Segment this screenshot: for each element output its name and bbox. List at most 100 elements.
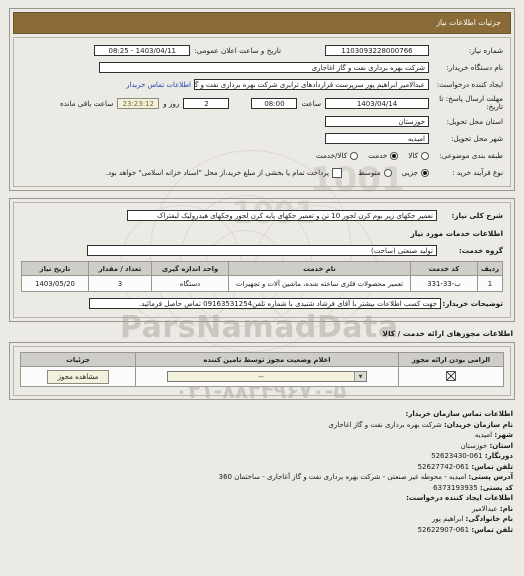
permits-panel: الزامی بودن ارائه مجوز اعلام وضعیت مجوز … — [9, 342, 515, 400]
radio-icon[interactable] — [383, 168, 392, 177]
permit-status-select[interactable]: ▼ -- — [167, 371, 367, 382]
services-body: شرح کلی نیاز: تعمیر جکهای زیر بوم کرن لج… — [13, 202, 511, 318]
th-name: نام خدمت — [228, 261, 411, 276]
province-label: استان محل تحویل: — [446, 117, 503, 126]
buyer-org-row: نام دستگاه خریدار: شرکت بهره برداری نفت … — [21, 61, 503, 74]
buyer-contact-link[interactable]: اطلاعات تماس خریدار — [126, 81, 194, 89]
need-info-panel: جزئیات اطلاعات نیاز شماره نیاز: 11030932… — [9, 8, 515, 191]
cell-row: 1 — [477, 275, 503, 292]
province-row: استان محل تحویل: خوزستان — [21, 115, 503, 128]
th-code: کد خدمت — [410, 261, 478, 276]
buyer-notes-row: توضیحات خریدار: جهت کسب اطلاعات بیشتر با… — [21, 297, 503, 310]
deadline-days-value: 2 — [183, 97, 230, 109]
buyer-org-label: نام دستگاه خریدار: — [446, 63, 503, 72]
contact-fax-label: دورنگار: — [484, 452, 513, 460]
permits-row: ▼ -- مشاهده مجوز — [20, 366, 504, 387]
contact-address-value: امیدیه - محوطه غیر صنعتی - شرکت بهره برد… — [218, 473, 467, 481]
cell-name: تعمیر محصولات فلزی ساخته شده، ماشین آلات… — [228, 275, 411, 292]
contact-city-label: شهر: — [494, 431, 513, 439]
announce-datetime-value: 1403/04/11 - 08:25 — [94, 45, 191, 56]
category-option-khedmat[interactable]: خدمت — [368, 151, 399, 160]
cell-date: 1403/05/20 — [21, 275, 89, 292]
category-option-label: خدمت — [368, 151, 388, 160]
need-number-value: 1103093228000766 — [325, 45, 429, 56]
services-info-heading: اطلاعات خدمات مورد نیاز — [410, 229, 503, 238]
th-date: تاریخ نیاز — [21, 261, 89, 276]
deadline-countdown-timer: 23:23:12 — [117, 97, 160, 109]
contact-phone-label: تلفن تماس: — [471, 462, 513, 471]
permit-status-cell: ▼ -- — [135, 366, 399, 387]
treasury-payment-checkbox-group[interactable]: پرداخت تمام یا بخشی از مبلغ خرید،از محل … — [105, 167, 343, 178]
contact-fax-value: 52623430-061 — [431, 452, 483, 460]
city-row: شهر محل تحویل: امیدیه — [21, 132, 503, 145]
th-permit-details: جزئیات — [20, 352, 136, 367]
contact-address-row: آدرس پستی: امیدیه - محوطه غیر صنعتی - شر… — [9, 472, 513, 483]
th-quantity: تعداد / مقدار — [88, 261, 152, 276]
contact-heading: اطلاعات تماس سازمان خریدار: — [405, 410, 513, 418]
permit-required-cell — [398, 366, 504, 387]
th-permit-required: الزامی بودن ارائه مجوز — [398, 352, 504, 367]
creator-value: عبدالامیر ابراهیم پور سرپرست قراردادهای … — [194, 79, 429, 90]
deadline-row: مهلت ارسال پاسخ: تا تاریخ: 1403/04/14 سا… — [21, 95, 503, 111]
service-group-row: گروه خدمت: تولید صنعتی (ساخت) — [21, 244, 503, 257]
summary-value: تعمیر جکهای زیر بوم کرن لجور 10 تن و تعم… — [127, 210, 437, 221]
radio-icon[interactable] — [421, 151, 429, 160]
service-group-label: گروه خدمت: — [458, 246, 503, 255]
need-info-body: شماره نیاز: 1103093228000766 تاریخ و ساع… — [13, 37, 511, 187]
category-option-label: کالا/خدمت — [315, 151, 348, 160]
permits-header-row: الزامی بودن ارائه مجوز اعلام وضعیت مجوز … — [20, 352, 504, 367]
category-option-kala[interactable]: کالا — [408, 151, 429, 160]
contact-org-row: نام سازمان خریدان: شرکت بهره برداری نفت … — [9, 420, 513, 431]
chevron-down-icon[interactable]: ▼ — [354, 372, 366, 381]
deadline-days-label: روز و — [163, 98, 180, 108]
permit-status-value: -- — [258, 373, 264, 381]
radio-icon[interactable] — [390, 151, 399, 160]
category-option-kala-khedmat[interactable]: کالا/خدمت — [315, 151, 359, 160]
contact-province-row: استان: خوزستان — [9, 441, 513, 452]
deadline-hour-value: 08:00 — [251, 97, 298, 109]
contact-province-label: استان: — [489, 441, 513, 450]
creator-last-name-label: نام خانوادگی: — [465, 515, 513, 523]
contact-org-label: نام سازمان خریدان: — [444, 420, 513, 429]
creator-label: ایجاد کننده درخواست: — [436, 80, 503, 89]
city-value: امیدیه — [325, 133, 429, 144]
radio-icon[interactable] — [350, 151, 359, 160]
process-option-label: متوسط — [358, 168, 381, 177]
page-title: جزئیات اطلاعات نیاز — [13, 12, 511, 34]
category-label: طبقه بندی موضوعی: — [439, 151, 503, 160]
deadline-label: مهلت ارسال پاسخ: تا تاریخ: — [439, 94, 503, 111]
buyer-contact-block: اطلاعات تماس سازمان خریدار: نام سازمان خ… — [9, 409, 515, 535]
th-unit: واحد اندازه گیری — [151, 261, 229, 276]
contact-postal-label: کد پستی: — [479, 483, 513, 492]
creator-row: ایجاد کننده درخواست: عبدالامیر ابراهیم پ… — [21, 78, 503, 91]
cell-quantity: 3 — [88, 275, 152, 292]
buyer-notes-label: توضیحات خریدار: — [442, 299, 503, 308]
table-header-row: ردیف کد خدمت نام خدمت واحد اندازه گیری ت… — [21, 261, 503, 276]
buyer-notes-value: جهت کسب اطلاعات بیشتر با آقای فرشاد شنید… — [89, 298, 441, 309]
permits-heading: اطلاعات مجوزهای ارائه خدمت / کالا — [382, 329, 513, 338]
deadline-remaining-label: ساعت باقی مانده — [59, 98, 114, 108]
contact-phone-value: 52627742-061 — [417, 462, 470, 471]
city-label: شهر محل تحویل: — [450, 134, 503, 143]
radio-icon[interactable] — [421, 168, 429, 177]
creator-last-name-row: نام خانوادگی: ابراهیم پور — [9, 514, 513, 525]
creator-contact-heading: اطلاعات ایجاد کننده درخواست: — [406, 494, 513, 502]
view-permit-button[interactable]: مشاهده مجوز — [46, 369, 110, 384]
need-number-row: شماره نیاز: 1103093228000766 تاریخ و ساع… — [21, 44, 503, 57]
process-option-label: جزیی — [401, 168, 418, 177]
process-option-motavaset[interactable]: متوسط — [358, 168, 392, 177]
permit-details-cell: مشاهده مجوز — [20, 366, 136, 387]
contact-postal-row: کد پستی: 6373193935 — [9, 483, 513, 494]
checkbox-icon[interactable] — [332, 167, 343, 178]
province-value: خوزستان — [325, 116, 429, 127]
treasury-payment-label: پرداخت تمام یا بخشی از مبلغ خرید،از محل … — [105, 168, 330, 177]
cell-unit: دستگاه — [151, 275, 229, 292]
contact-province-value: خوزستان — [460, 441, 488, 450]
checkbox-checked-icon[interactable] — [446, 370, 456, 381]
creator-last-name-value: ابراهیم پور — [431, 515, 464, 523]
deadline-hour-label: ساعت — [301, 98, 321, 108]
creator-first-name-value: عبدالامیر — [471, 504, 498, 513]
process-option-jozi[interactable]: جزیی — [402, 168, 429, 177]
contact-fax-row: دورنگار: 52623430-061 — [9, 451, 513, 462]
table-row: 1 ب-33-331 تعمیر محصولات فلزی ساخته شده،… — [21, 275, 503, 292]
